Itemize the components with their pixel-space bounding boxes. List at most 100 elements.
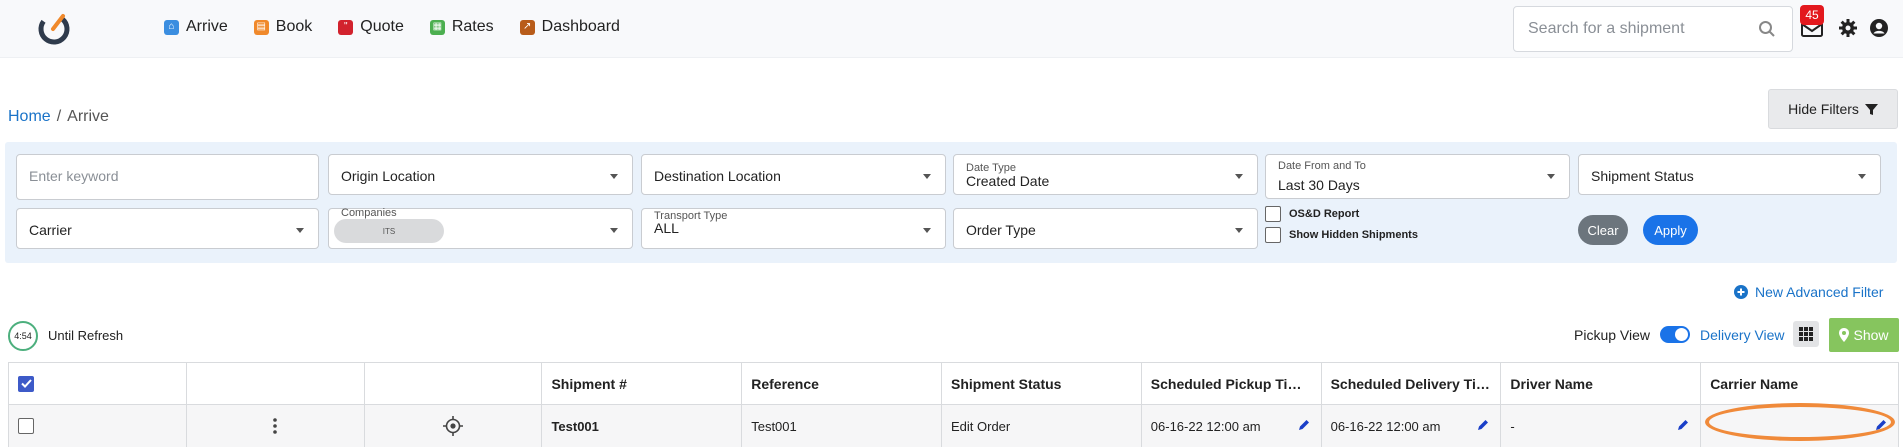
chevron-down-icon <box>610 174 618 179</box>
edit-pencil-icon[interactable] <box>1297 418 1311 432</box>
nav-book[interactable]: ▤ Book <box>253 18 313 36</box>
book-icon: ▤ <box>253 19 269 35</box>
breadcrumb-home[interactable]: Home <box>8 108 51 126</box>
chevron-down-icon <box>923 228 931 233</box>
plus-circle-icon <box>1734 285 1748 299</box>
origin-location-value: Origin Location <box>341 168 436 184</box>
shipment-status-select[interactable]: Shipment Status <box>1578 154 1881 195</box>
chevron-down-icon <box>1858 174 1866 179</box>
nav-quote[interactable]: " Quote <box>338 18 404 36</box>
chevron-down-icon <box>1235 228 1243 233</box>
transport-type-select[interactable]: Transport Type ALL <box>641 208 946 249</box>
nav-dashboard-label: Dashboard <box>541 18 620 35</box>
chevron-down-icon <box>610 228 618 233</box>
grid-view-button[interactable] <box>1793 321 1819 347</box>
origin-location-select[interactable]: Origin Location <box>328 154 633 195</box>
header-shipment-number[interactable]: Shipment # <box>542 363 743 404</box>
nav-arrive-label: Arrive <box>186 18 228 35</box>
company-chip[interactable]: ITS <box>334 219 444 243</box>
map-pin-icon <box>1839 328 1850 342</box>
driver-name-value: - <box>1510 418 1515 434</box>
view-toggle[interactable] <box>1660 326 1690 343</box>
osd-report-checkbox[interactable] <box>1265 206 1281 222</box>
clear-button[interactable]: Clear <box>1578 215 1628 245</box>
cell-driver-name: - <box>1501 405 1702 447</box>
date-type-value: Created Date <box>966 173 1050 189</box>
destination-location-select[interactable]: Destination Location <box>641 154 946 195</box>
header-shipment-status[interactable]: Shipment Status <box>942 363 1142 404</box>
filter-icon <box>1864 103 1878 115</box>
order-type-select[interactable]: Order Type <box>953 208 1258 249</box>
carrier-value: Carrier <box>29 222 72 238</box>
delivery-view-label[interactable]: Delivery View <box>1700 327 1785 343</box>
checkmark-icon <box>20 379 32 388</box>
select-all-cell <box>9 363 187 404</box>
chevron-down-icon <box>923 174 931 179</box>
date-range-value: Last 30 Days <box>1278 177 1360 193</box>
destination-location-value: Destination Location <box>654 168 781 184</box>
nav-arrive[interactable]: ⌂ Arrive <box>164 18 228 36</box>
home-icon: ⌂ <box>164 19 179 35</box>
breadcrumb-separator: / <box>56 108 62 125</box>
osd-report-option[interactable]: OS&D Report <box>1265 206 1359 222</box>
edit-pencil-icon[interactable] <box>1476 418 1490 432</box>
cell-shipment-number[interactable]: Test001 <box>542 405 743 447</box>
app-logo[interactable] <box>36 10 72 46</box>
nav-rates-label: Rates <box>451 18 494 35</box>
order-type-value: Order Type <box>966 222 1036 238</box>
table-row[interactable]: Test001 Test001 Edit Order 06-16-22 12:0… <box>9 405 1898 447</box>
more-vertical-icon[interactable] <box>273 418 278 434</box>
carrier-select[interactable]: Carrier <box>16 208 319 249</box>
header-reference[interactable]: Reference <box>742 363 942 404</box>
gear-icon[interactable] <box>1838 18 1858 38</box>
toggle-knob <box>1675 328 1688 341</box>
edit-pencil-icon[interactable] <box>1874 418 1888 432</box>
header-carrier-name[interactable]: Carrier Name <box>1701 363 1898 404</box>
new-advanced-filter-link[interactable]: New Advanced Filter <box>1734 284 1883 300</box>
search-icon[interactable] <box>1758 20 1776 38</box>
table-header-row: Shipment # Reference Shipment Status Sch… <box>9 363 1898 405</box>
header-scheduled-pickup[interactable]: Scheduled Pickup Time... <box>1142 363 1322 404</box>
keyword-input[interactable]: Enter keyword <box>16 154 319 200</box>
osd-report-label: OS&D Report <box>1289 208 1360 220</box>
quote-icon: " <box>338 19 354 35</box>
nav-dashboard[interactable]: ↗ Dashboard <box>519 18 620 36</box>
nav-book-label: Book <box>275 18 313 35</box>
chevron-down-icon <box>1235 174 1243 179</box>
delivery-time-value: 06-16-22 12:00 am <box>1330 418 1441 434</box>
notification-badge[interactable]: 45 <box>1800 5 1824 25</box>
show-hidden-option[interactable]: Show Hidden Shipments <box>1265 227 1418 243</box>
show-button-label: Show <box>1853 327 1889 343</box>
chevron-down-icon <box>1547 174 1555 179</box>
companies-label: Companies <box>341 207 397 219</box>
date-range-select[interactable]: Date From and To Last 30 Days <box>1265 154 1570 199</box>
keyword-placeholder: Enter keyword <box>29 168 119 184</box>
nav-rates[interactable]: ▦ Rates <box>429 18 494 36</box>
shipment-search <box>1513 6 1793 52</box>
row-actions-cell <box>187 405 365 447</box>
row-checkbox[interactable] <box>18 418 34 434</box>
filters-panel: Enter keyword Origin Location Destinatio… <box>5 142 1897 263</box>
show-map-button[interactable]: Show <box>1829 318 1899 352</box>
header-scheduled-delivery[interactable]: Scheduled Delivery Tim... <box>1322 363 1502 404</box>
grid-icon <box>1799 327 1813 341</box>
pickup-view-label[interactable]: Pickup View <box>1574 327 1650 343</box>
companies-select[interactable]: Companies ITS <box>328 207 633 249</box>
pickup-time-value: 06-16-22 12:00 am <box>1150 418 1261 434</box>
cell-shipment-status: Edit Order <box>942 405 1142 447</box>
date-type-select[interactable]: Date Type Created Date <box>953 154 1258 195</box>
hide-filters-button[interactable]: Hide Filters <box>1768 89 1898 129</box>
header-driver-name[interactable]: Driver Name <box>1501 363 1702 404</box>
cell-reference: Test001 <box>742 405 942 447</box>
crosshair-icon[interactable] <box>443 416 464 436</box>
top-navbar: ⌂ Arrive ▤ Book " Quote ▦ Rates ↗ Dashbo… <box>0 0 1903 58</box>
show-hidden-checkbox[interactable] <box>1265 227 1281 243</box>
select-all-checkbox[interactable] <box>18 375 34 392</box>
search-input[interactable] <box>1514 7 1734 51</box>
row-select-cell <box>9 405 187 447</box>
user-account-icon[interactable] <box>1869 18 1889 38</box>
header-actions <box>187 363 365 404</box>
header-locate <box>365 363 543 404</box>
apply-button[interactable]: Apply <box>1643 215 1698 245</box>
edit-pencil-icon[interactable] <box>1676 418 1690 432</box>
